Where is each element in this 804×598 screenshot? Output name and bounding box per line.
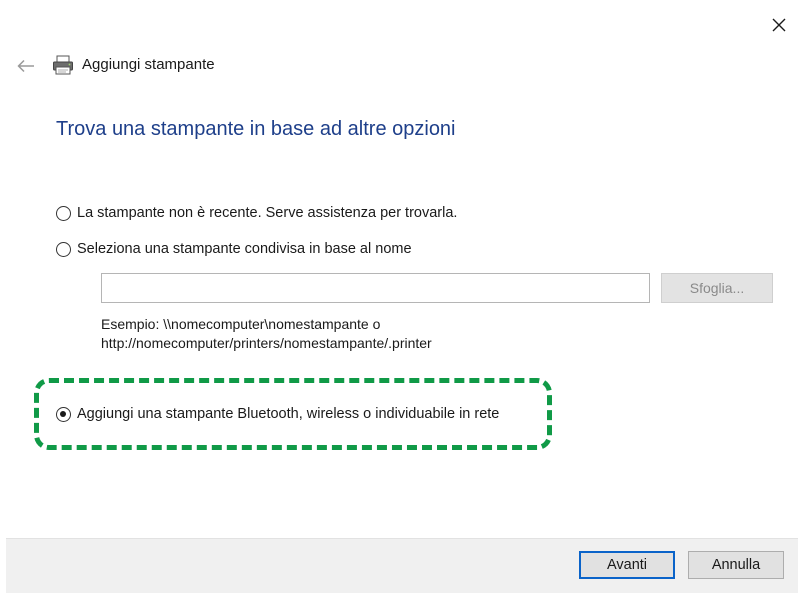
printer-icon	[53, 55, 73, 75]
back-button[interactable]	[12, 55, 40, 77]
option-printer-not-listed[interactable]: La stampante non è recente. Serve assist…	[56, 205, 457, 221]
example-line-2: http://nomecomputer/printers/nomestampan…	[101, 335, 432, 351]
back-arrow-icon	[17, 59, 34, 73]
example-line-1: Esempio: \\nomecomputer\nomestampante o	[101, 316, 381, 332]
radio-button-selected[interactable]	[56, 406, 71, 422]
close-icon	[772, 18, 786, 32]
shared-printer-name-input[interactable]	[101, 273, 650, 303]
page-title: Trova una stampante in base ad altre opz…	[56, 118, 456, 140]
radio-button-unselected[interactable]	[56, 205, 71, 221]
browse-button[interactable]: Sfoglia...	[661, 273, 773, 303]
option-label: Aggiungi una stampante Bluetooth, wirele…	[77, 406, 500, 422]
option-shared-printer-by-name[interactable]: Seleziona una stampante condivisa in bas…	[56, 241, 412, 257]
next-button[interactable]: Avanti	[579, 551, 675, 579]
window-title: Aggiungi stampante	[82, 56, 215, 73]
example-text: Esempio: \\nomecomputer\nomestampante o …	[101, 315, 432, 353]
radio-button-unselected[interactable]	[56, 241, 71, 257]
close-button[interactable]	[762, 10, 796, 40]
option-label: La stampante non è recente. Serve assist…	[77, 205, 458, 221]
option-label: Seleziona una stampante condivisa in bas…	[77, 241, 412, 257]
option-bluetooth-wireless-network-printer[interactable]: Aggiungi una stampante Bluetooth, wirele…	[56, 406, 499, 422]
cancel-button[interactable]: Annulla	[688, 551, 784, 579]
footer-bar	[6, 538, 798, 593]
